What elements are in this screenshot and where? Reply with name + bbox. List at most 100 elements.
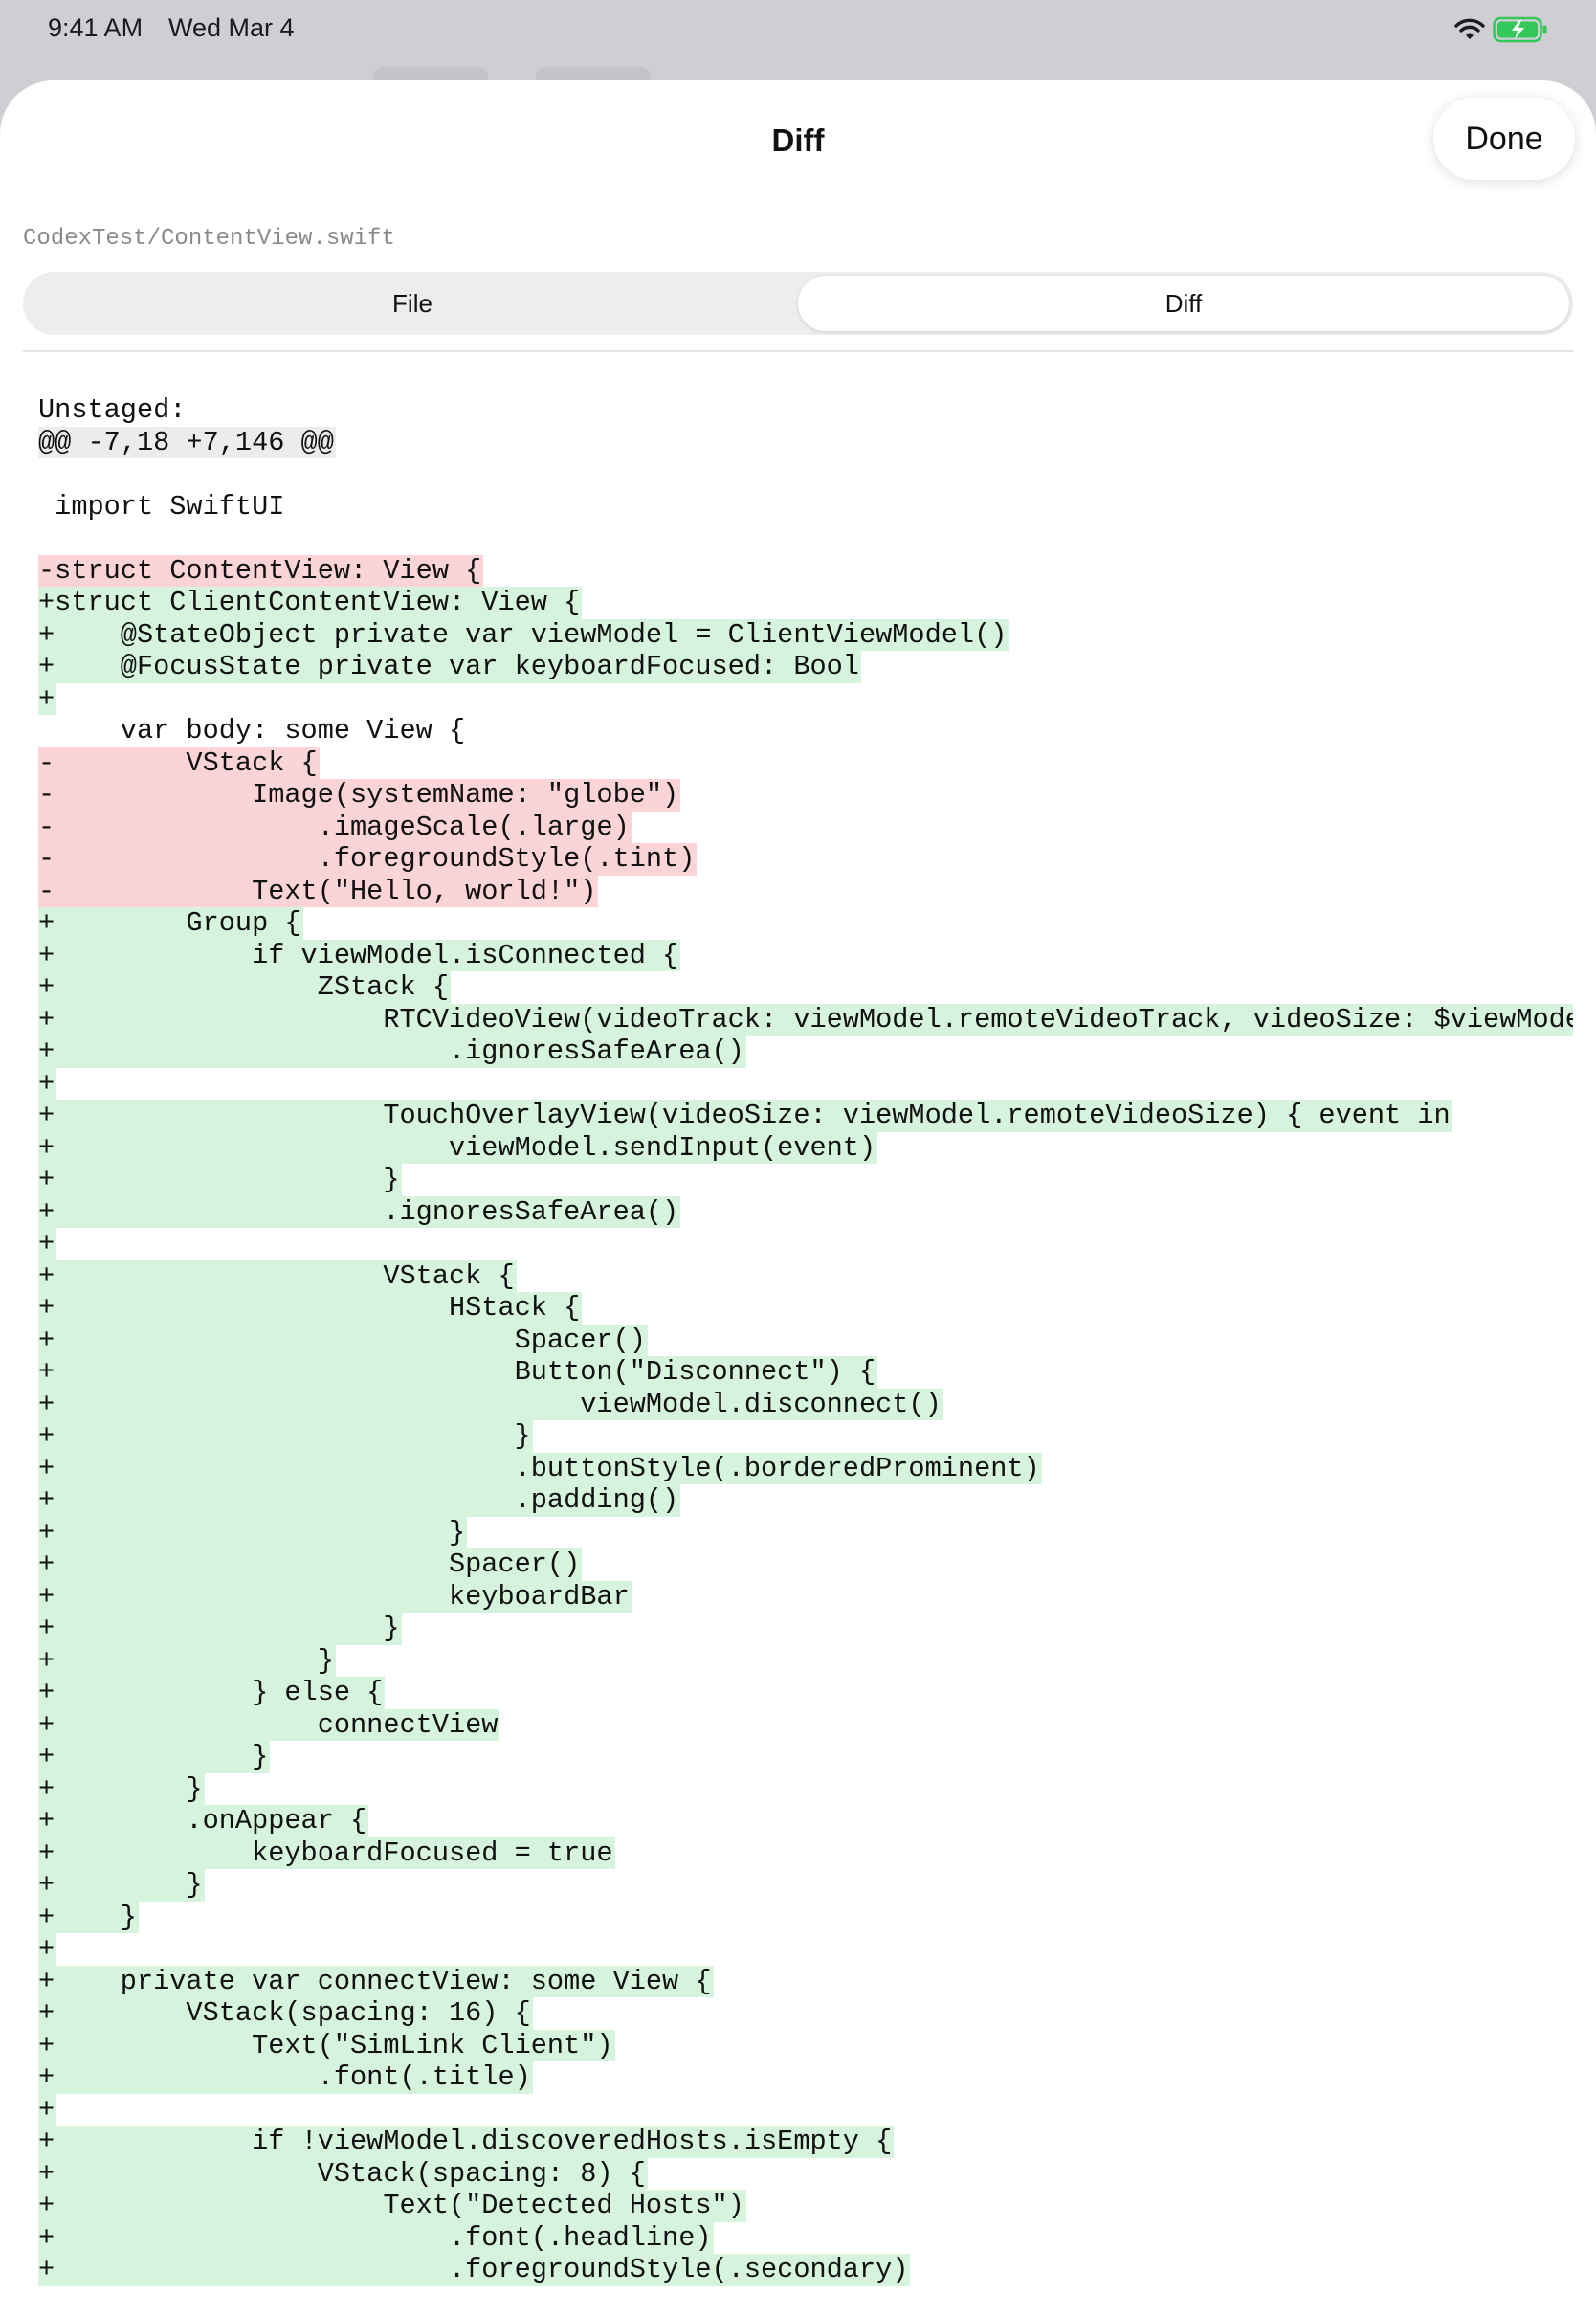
diff-line-add: + } [38, 1420, 1573, 1453]
diff-line-add: + .font(.title) [38, 2061, 1573, 2094]
diff-line-add: + Button("Disconnect") { [38, 1356, 1573, 1389]
diff-line-text: + Button("Disconnect") { [38, 1356, 878, 1389]
diff-line-text: + .buttonStyle(.borderedProminent) [38, 1452, 1042, 1484]
diff-line-text: + viewModel.sendInput(event) [38, 1131, 878, 1164]
diff-line-blank [38, 458, 1573, 491]
diff-line-text: + VStack(spacing: 8) { [38, 2157, 648, 2190]
diff-line-add: + viewModel.disconnect() [38, 1388, 1573, 1420]
diff-line-del: - VStack { [38, 746, 1573, 779]
diff-line-add: + ZStack { [38, 971, 1573, 1004]
diff-line-text: + Spacer() [38, 1324, 648, 1356]
diff-line-text: - Image(systemName: "globe") [38, 779, 681, 812]
segment-file[interactable]: File [27, 276, 798, 331]
diff-line-text: + } [38, 1901, 139, 1933]
diff-line-add: + .font(.headline) [38, 2221, 1573, 2254]
diff-line-text: + Text("Detected Hosts") [38, 2190, 746, 2222]
diff-line-text: + VStack { [38, 1259, 517, 1292]
diff-line-add: + .ignoresSafeArea() [38, 1036, 1573, 1068]
diff-line-text: + .onAppear { [38, 1805, 369, 1837]
diff-line-text: + [38, 1067, 57, 1100]
divider [23, 350, 1573, 352]
diff-line-add: + } [38, 1644, 1573, 1677]
diff-line-text: + @StateObject private var viewModel = C… [38, 618, 1009, 651]
diff-line-add: + RTCVideoView(videoTrack: viewModel.rem… [38, 1003, 1573, 1036]
diff-line-add: + viewModel.sendInput(event) [38, 1131, 1573, 1164]
wifi-icon [1454, 17, 1485, 45]
diff-line-text: +struct ClientContentView: View { [38, 587, 583, 619]
diff-line-add: + TouchOverlayView(videoSize: viewModel.… [38, 1100, 1573, 1132]
diff-line-text: + if viewModel.isConnected { [38, 939, 681, 971]
diff-line-del: - Text("Hello, world!") [38, 875, 1573, 907]
diff-line-text: + ZStack { [38, 971, 451, 1004]
diff-line-add: + [38, 1067, 1573, 1100]
diff-line-add: + .buttonStyle(.borderedProminent) [38, 1452, 1573, 1484]
diff-line-text: + if !viewModel.discoveredHosts.isEmpty … [38, 2126, 895, 2158]
diff-line-text: + } [38, 1516, 468, 1548]
diff-line-add: + private var connectView: some View { [38, 1965, 1573, 1997]
diff-line-add: + } [38, 1741, 1573, 1773]
diff-line-add: + [38, 2093, 1573, 2126]
diff-line-add: + @StateObject private var viewModel = C… [38, 618, 1573, 651]
diff-line-add: + VStack(spacing: 16) { [38, 1997, 1573, 2030]
diff-line-add: + if viewModel.isConnected { [38, 939, 1573, 971]
diff-line-add: + } [38, 1516, 1573, 1548]
diff-sheet: Diff Done CodexTest/ContentView.swift Fi… [0, 80, 1596, 2316]
diff-content[interactable]: Unstaged: @@ -7,18 +7,146 @@ import Swift… [38, 394, 1573, 2289]
diff-line-ctx: import SwiftUI [38, 491, 1573, 523]
diff-line-add: + } [38, 1869, 1573, 1902]
diff-line-add: + Text("Detected Hosts") [38, 2190, 1573, 2222]
diff-line-add: + VStack { [38, 1259, 1573, 1292]
diff-line-text: + } [38, 1613, 402, 1645]
diff-line-add: + .padding() [38, 1484, 1573, 1517]
diff-line-add: + } [38, 1164, 1573, 1196]
diff-line-del: - Image(systemName: "globe") [38, 779, 1573, 812]
diff-line-text: - .imageScale(.large) [38, 811, 632, 843]
diff-line-add: + } [38, 1613, 1573, 1645]
diff-line-text: + private var connectView: some View { [38, 1965, 714, 1997]
diff-line-text: + Text("SimLink Client") [38, 2029, 615, 2061]
diff-line-text: Unstaged: [38, 394, 187, 426]
diff-line-add: + } else { [38, 1677, 1573, 1709]
diff-line-text: - Text("Hello, world!") [38, 875, 599, 907]
diff-line-add: + Group { [38, 907, 1573, 940]
diff-line-text: - VStack { [38, 746, 320, 779]
diff-line-text: + .ignoresSafeArea() [38, 1195, 681, 1228]
view-mode-segmented-control: File Diff [23, 272, 1573, 335]
diff-line-add: +struct ClientContentView: View { [38, 587, 1573, 619]
diff-line-text: + keyboardFocused = true [38, 1837, 615, 1869]
diff-line-text [38, 458, 40, 491]
diff-line-add: + [38, 1228, 1573, 1260]
diff-line-text: + viewModel.disconnect() [38, 1388, 943, 1420]
diff-line-text: + Spacer() [38, 1548, 583, 1581]
diff-line-text: + [38, 1228, 57, 1260]
diff-line-add: + .ignoresSafeArea() [38, 1195, 1573, 1228]
diff-line-text: + VStack(spacing: 16) { [38, 1997, 533, 2030]
diff-line-text: + } else { [38, 1677, 386, 1709]
diff-line-add: + keyboardBar [38, 1580, 1573, 1613]
diff-line-text: + .font(.headline) [38, 2221, 714, 2254]
diff-line-text: + } [38, 1644, 336, 1677]
diff-line-text: + [38, 1933, 57, 1966]
diff-line-text: - .foregroundStyle(.tint) [38, 843, 698, 876]
diff-line-hunk: @@ -7,18 +7,146 @@ [38, 426, 1573, 458]
diff-line-text: + @FocusState private var keyboardFocuse… [38, 651, 861, 683]
sheet-title: Diff [771, 122, 825, 158]
diff-line-add: + HStack { [38, 1292, 1573, 1325]
diff-line-text: + .ignoresSafeArea() [38, 1036, 746, 1068]
diff-line-add: + keyboardFocused = true [38, 1837, 1573, 1869]
diff-line-text: + } [38, 1164, 402, 1196]
diff-line-add: + Spacer() [38, 1324, 1573, 1356]
diff-line-text: + .foregroundStyle(.secondary) [38, 2254, 911, 2286]
diff-line-text: + } [38, 1869, 205, 1902]
diff-line-text: + } [38, 1741, 271, 1773]
diff-line-text [38, 523, 40, 555]
segment-diff[interactable]: Diff [798, 276, 1569, 331]
battery-charging-icon [1493, 16, 1548, 48]
diff-line-text: + RTCVideoView(videoTrack: viewModel.rem… [38, 1003, 1573, 1036]
diff-line-add: + if !viewModel.discoveredHosts.isEmpty … [38, 2126, 1573, 2158]
diff-line-del: - .imageScale(.large) [38, 811, 1573, 843]
done-button[interactable]: Done [1433, 98, 1575, 180]
diff-line-text: + TouchOverlayView(videoSize: viewModel.… [38, 1100, 1452, 1132]
diff-line-text: + Group { [38, 907, 303, 940]
diff-line-text: import SwiftUI [38, 490, 285, 523]
